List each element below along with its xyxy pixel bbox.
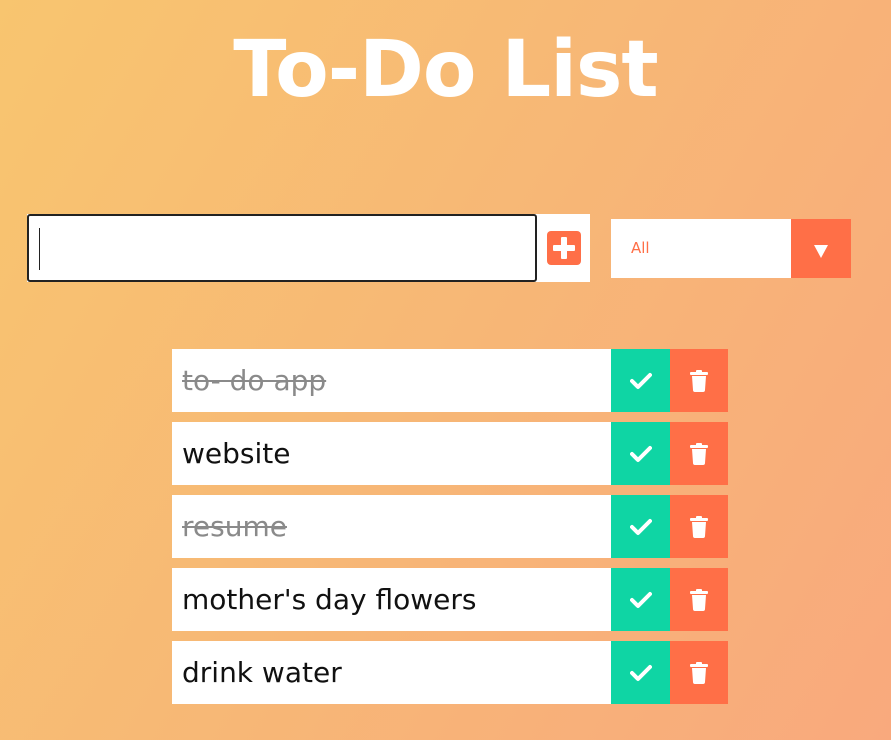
todo-form bbox=[27, 214, 590, 282]
todo-item-text: mother's day flowers bbox=[182, 583, 477, 616]
trash-icon bbox=[690, 515, 708, 538]
trash-icon bbox=[690, 369, 708, 392]
todo-item-text: to- do app bbox=[182, 364, 327, 397]
todo-item-text: resume bbox=[182, 510, 287, 543]
filter-select[interactable]: All bbox=[611, 219, 851, 278]
filter-selected-value: All bbox=[631, 239, 650, 257]
add-todo-button[interactable] bbox=[537, 214, 590, 282]
plus-square-icon bbox=[546, 231, 581, 265]
text-caret bbox=[39, 228, 40, 270]
check-icon bbox=[629, 372, 652, 389]
delete-button[interactable] bbox=[670, 495, 728, 558]
check-icon bbox=[629, 664, 652, 681]
filter-dropdown-button[interactable] bbox=[791, 219, 851, 278]
complete-button[interactable] bbox=[611, 349, 670, 412]
page-title: To-Do List bbox=[233, 25, 658, 115]
todo-item: website bbox=[172, 422, 728, 485]
complete-button[interactable] bbox=[611, 568, 670, 631]
complete-button[interactable] bbox=[611, 641, 670, 704]
trash-icon bbox=[690, 442, 708, 465]
delete-button[interactable] bbox=[670, 568, 728, 631]
todo-item: drink water bbox=[172, 641, 728, 704]
todo-item: mother's day flowers bbox=[172, 568, 728, 631]
todo-item: to- do app bbox=[172, 349, 728, 412]
delete-button[interactable] bbox=[670, 422, 728, 485]
todo-item-text: drink water bbox=[182, 656, 342, 689]
trash-icon bbox=[690, 661, 708, 684]
todo-item: resume bbox=[172, 495, 728, 558]
complete-button[interactable] bbox=[611, 422, 670, 485]
delete-button[interactable] bbox=[670, 349, 728, 412]
todo-list: to- do app website resume mother's day f… bbox=[172, 349, 728, 714]
trash-icon bbox=[690, 588, 708, 611]
delete-button[interactable] bbox=[670, 641, 728, 704]
check-icon bbox=[629, 445, 652, 462]
check-icon bbox=[629, 518, 652, 535]
caret-down-icon bbox=[814, 245, 828, 258]
complete-button[interactable] bbox=[611, 495, 670, 558]
todo-input[interactable] bbox=[27, 214, 537, 282]
todo-item-text: website bbox=[182, 437, 291, 470]
check-icon bbox=[629, 591, 652, 608]
